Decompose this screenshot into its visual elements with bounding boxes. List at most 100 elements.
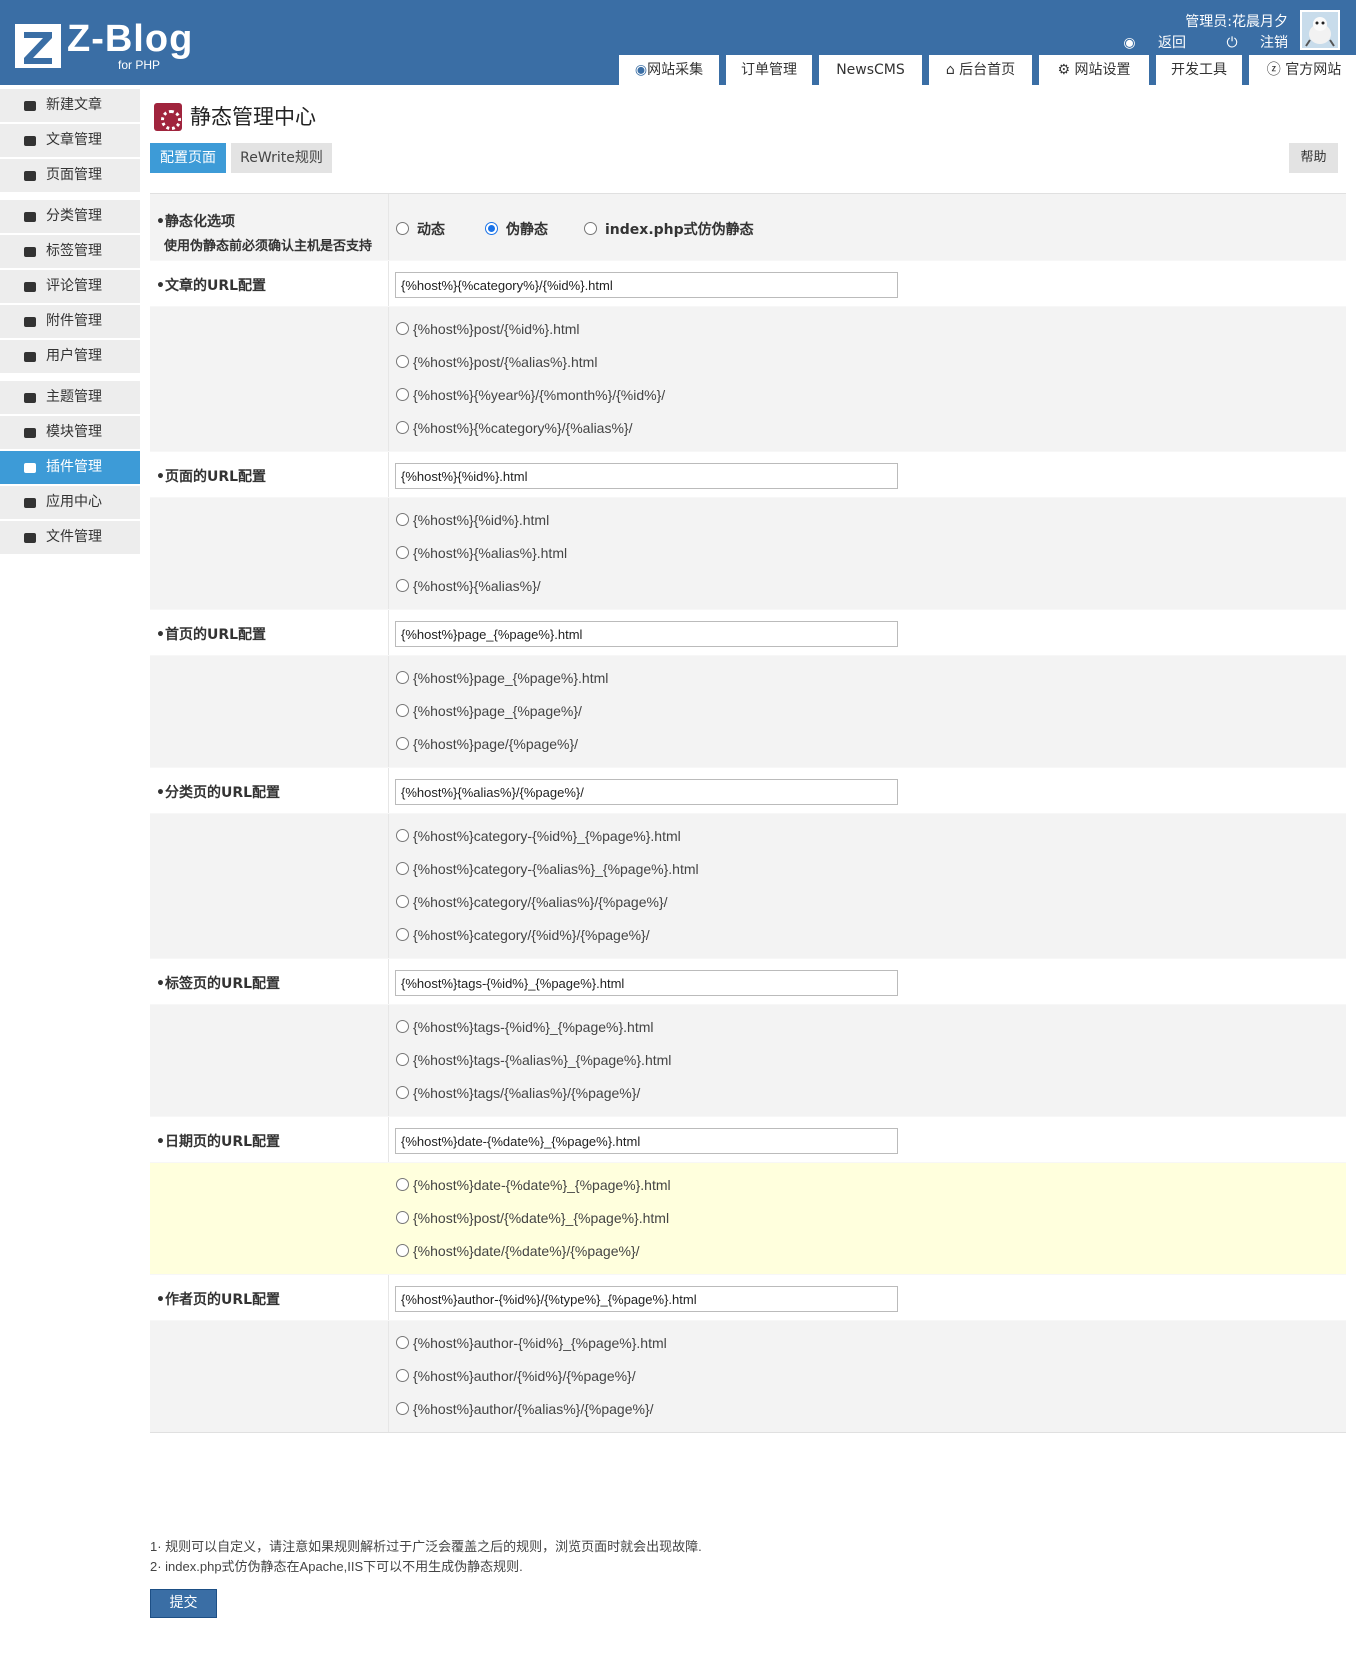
tags-option-3[interactable]: {%host%}tags/{%alias%}/{%page%}/ (396, 1085, 640, 1101)
date-option-3[interactable]: {%host%}date/{%date%}/{%page%}/ (396, 1243, 640, 1259)
home-option-3[interactable]: {%host%}page/{%page%}/ (396, 736, 578, 752)
category-option-4[interactable]: {%host%}category/{%id%}/{%page%}/ (396, 927, 650, 943)
radio-button[interactable] (396, 1402, 409, 1415)
article-option-1[interactable]: {%host%}post/{%id%}.html (396, 321, 580, 337)
radio-button[interactable] (396, 322, 409, 335)
topmenu-collect[interactable]: ◉网站采集 (619, 55, 719, 85)
article-option-2[interactable]: {%host%}post/{%alias%}.html (396, 354, 597, 370)
radio-button[interactable] (396, 895, 409, 908)
divider (388, 307, 389, 451)
page-option-3[interactable]: {%host%}{%alias%}/ (396, 578, 541, 594)
puzzle-icon (24, 463, 36, 473)
radio-button[interactable] (584, 222, 597, 235)
topmenu-label: 订单管理 (741, 62, 797, 78)
radio-button[interactable] (396, 222, 409, 235)
radio-button[interactable] (396, 388, 409, 401)
globe-icon: ◉ (634, 62, 648, 78)
radio-button[interactable] (396, 671, 409, 684)
sidebar-item-plugins[interactable]: 插件管理 (0, 451, 140, 484)
article-option-4[interactable]: {%host%}{%category%}/{%alias%}/ (396, 420, 632, 436)
radio-button[interactable] (396, 862, 409, 875)
zblog-logo[interactable]: Z-Blog for PHP (15, 18, 205, 74)
radio-button[interactable] (396, 1178, 409, 1191)
author-url-input[interactable] (395, 1286, 898, 1312)
sidebar-item-users[interactable]: 用户管理 (0, 340, 140, 373)
author-option-3[interactable]: {%host%}author/{%alias%}/{%page%}/ (396, 1401, 654, 1417)
radio-button[interactable] (396, 355, 409, 368)
page-url-input[interactable] (395, 463, 898, 489)
sidebar-item-new-article[interactable]: 新建文章 (0, 89, 140, 122)
radio-button[interactable] (396, 1086, 409, 1099)
tab-config-page[interactable]: 配置页面 (150, 143, 226, 173)
radio-button[interactable] (396, 1244, 409, 1257)
tags-url-input[interactable] (395, 970, 898, 996)
page-option-2[interactable]: {%host%}{%alias%}.html (396, 545, 567, 561)
radio-button[interactable] (396, 546, 409, 559)
topmenu-devtools[interactable]: 开发工具 (1156, 55, 1242, 85)
tags-option-1[interactable]: {%host%}tags-{%id%}_{%page%}.html (396, 1019, 654, 1035)
home-option-2[interactable]: {%host%}page_{%page%}/ (396, 703, 582, 719)
radio-index-php[interactable]: index.php式仿伪静态 (584, 219, 754, 239)
home-url-options: {%host%}page_{%page%}.html {%host%}page_… (150, 656, 1346, 768)
radio-button-checked[interactable] (485, 222, 498, 235)
home-option-1[interactable]: {%host%}page_{%page%}.html (396, 670, 608, 686)
sidebar-item-pages[interactable]: 页面管理 (0, 159, 140, 192)
tags-url-row: •标签页的URL配置 (150, 959, 1346, 1005)
author-option-1[interactable]: {%host%}author-{%id%}_{%page%}.html (396, 1335, 667, 1351)
radio-button[interactable] (396, 928, 409, 941)
topmenu-official-site[interactable]: ⓩ 官方网站 (1249, 55, 1356, 85)
radio-button[interactable] (396, 737, 409, 750)
category-option-3[interactable]: {%host%}category/{%alias%}/{%page%}/ (396, 894, 668, 910)
sidebar-item-files[interactable]: 文件管理 (0, 521, 140, 554)
home-url-input[interactable] (395, 621, 898, 647)
author-option-2[interactable]: {%host%}author/{%id%}/{%page%}/ (396, 1368, 636, 1384)
sidebar-item-articles[interactable]: 文章管理 (0, 124, 140, 157)
tab-rewrite-rules[interactable]: ReWrite规则 (231, 143, 332, 173)
sidebar-item-modules[interactable]: 模块管理 (0, 416, 140, 449)
topmenu-dashboard[interactable]: ⌂ 后台首页 (929, 55, 1032, 85)
divider (388, 1117, 389, 1162)
radio-button[interactable] (396, 1336, 409, 1349)
radio-pseudo-static[interactable]: 伪静态 (485, 219, 548, 239)
radio-button[interactable] (396, 829, 409, 842)
category-url-row: •分类页的URL配置 (150, 768, 1346, 814)
radio-button[interactable] (396, 513, 409, 526)
article-option-3[interactable]: {%host%}{%year%}/{%month%}/{%id%}/ (396, 387, 665, 403)
sidebar-item-themes[interactable]: 主题管理 (0, 381, 140, 414)
radio-button[interactable] (396, 421, 409, 434)
logout-link[interactable]: ⏻ 注销 (1208, 35, 1288, 51)
date-option-2[interactable]: {%host%}post/{%date%}_{%page%}.html (396, 1210, 669, 1226)
topmenu-orders[interactable]: 订单管理 (726, 55, 812, 85)
help-button[interactable]: 帮助 (1289, 143, 1338, 173)
radio-button[interactable] (396, 704, 409, 717)
admin-name[interactable]: 花晨月夕 (1232, 14, 1288, 30)
sidebar-item-attachments[interactable]: 附件管理 (0, 305, 140, 338)
topmenu-newscms[interactable]: NewsCMS (819, 55, 922, 85)
category-option-1[interactable]: {%host%}category-{%id%}_{%page%}.html (396, 828, 681, 844)
submit-button[interactable]: 提交 (150, 1589, 217, 1618)
radio-dynamic[interactable]: 动态 (396, 219, 445, 239)
category-option-2[interactable]: {%host%}category-{%alias%}_{%page%}.html (396, 861, 699, 877)
comment-icon (24, 282, 36, 292)
avatar[interactable] (1300, 10, 1340, 50)
radio-button[interactable] (396, 1053, 409, 1066)
sidebar-item-tags[interactable]: 标签管理 (0, 235, 140, 268)
radio-button[interactable] (396, 1211, 409, 1224)
tags-option-2[interactable]: {%host%}tags-{%alias%}_{%page%}.html (396, 1052, 671, 1068)
date-url-input[interactable] (395, 1128, 898, 1154)
category-url-input[interactable] (395, 779, 898, 805)
topmenu-settings[interactable]: ⚙ 网站设置 (1039, 55, 1149, 85)
note-1: 1· 规则可以自定义，请注意如果规则解析过于广泛会覆盖之后的规则，浏览页面时就会… (150, 1539, 702, 1554)
sidebar-item-comments[interactable]: 评论管理 (0, 270, 140, 303)
static-option-hint: 使用伪静态前必须确认主机是否支持 (164, 239, 373, 254)
radio-button[interactable] (396, 1020, 409, 1033)
article-url-input[interactable] (395, 272, 898, 298)
sidebar-item-app-center[interactable]: 应用中心 (0, 486, 140, 519)
page-option-1[interactable]: {%host%}{%id%}.html (396, 512, 549, 528)
back-link[interactable]: ◉ 返回 (1105, 35, 1186, 51)
radio-button[interactable] (396, 579, 409, 592)
sidebar-item-categories[interactable]: 分类管理 (0, 200, 140, 233)
date-option-1[interactable]: {%host%}date-{%date%}_{%page%}.html (396, 1177, 671, 1193)
power-icon: ⏻ (1226, 35, 1238, 51)
radio-button[interactable] (396, 1369, 409, 1382)
